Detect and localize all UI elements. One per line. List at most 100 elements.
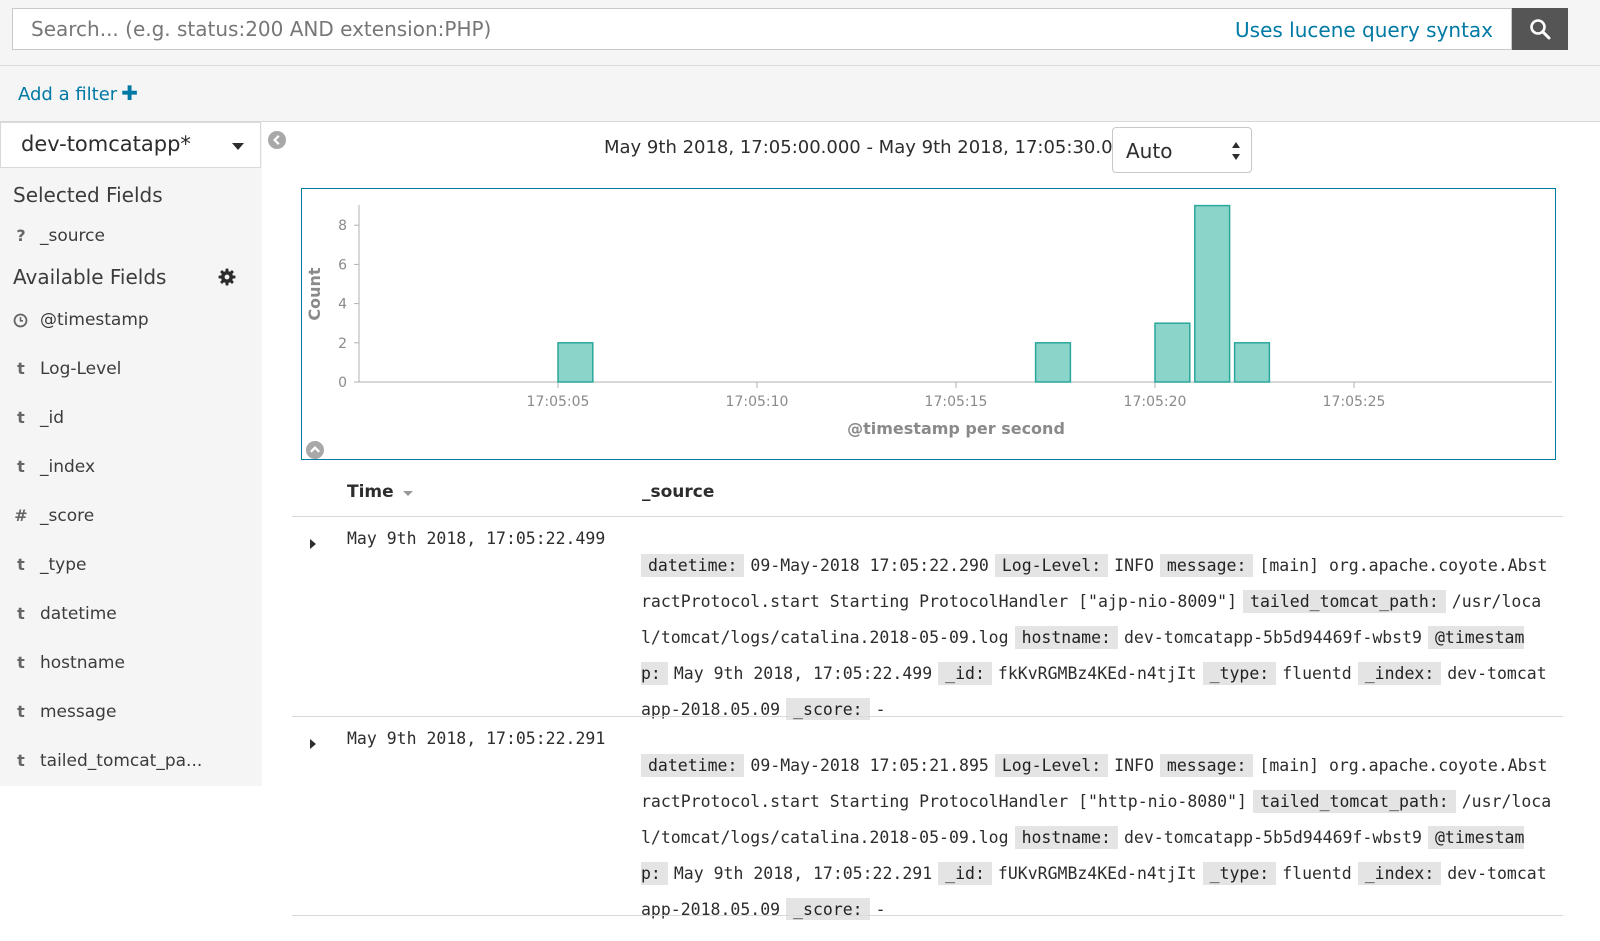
column-header-time-label: Time [347, 482, 394, 502]
source-field-key: _index: [1357, 661, 1442, 685]
field-name: tailed_tomcat_pa... [40, 751, 203, 771]
source-field-key: _score: [786, 897, 870, 920]
row-source: datetime: 09-May-2018 17:05:22.290 Log-Lev… [641, 548, 1555, 720]
index-pattern-select[interactable]: dev-tomcatapp* [0, 122, 261, 168]
field-name: _index [40, 457, 96, 477]
field-name: _id [40, 408, 65, 428]
index-pattern-name: dev-tomcatapp* [21, 132, 191, 156]
source-field-value: INFO [1114, 555, 1154, 575]
histogram-bar [1233, 342, 1271, 383]
add-filter-button[interactable]: Add a filter ✚ [18, 81, 138, 105]
search-input[interactable] [13, 9, 1223, 49]
source-field-key: _type: [1202, 861, 1277, 885]
plus-icon: ✚ [121, 81, 138, 105]
search-box: Uses lucene query syntax [12, 8, 1512, 50]
collapse-sidebar-icon[interactable] [268, 131, 286, 149]
clock-icon [13, 313, 28, 328]
x-tick-label: 17:05:25 [1323, 394, 1386, 410]
field-item-tailed-tomcat-path[interactable]: t tailed_tomcat_pa... [0, 743, 262, 783]
field-item-log-level[interactable]: t Log-Level [0, 351, 262, 391]
search-button[interactable] [1512, 8, 1568, 50]
field-name: _score [40, 506, 95, 526]
source-field-value: May 9th 2018, 17:05:22.499 [673, 663, 933, 683]
collapse-chart-icon[interactable] [306, 441, 324, 459]
source-field-key: message: [1159, 753, 1254, 777]
sort-down-icon[interactable] [402, 489, 414, 497]
interval-value: Auto [1126, 139, 1173, 163]
expand-row-icon[interactable] [310, 739, 316, 749]
source-field-key: datetime: [641, 553, 745, 577]
row-source: datetime: 09-May-2018 17:05:21.895 Log-Lev… [641, 748, 1555, 920]
gear-icon[interactable] [218, 268, 236, 286]
row-divider [292, 915, 1563, 916]
y-axis-title: Count [305, 267, 324, 321]
add-filter-label: Add a filter [18, 84, 118, 105]
string-type-icon: t [17, 751, 25, 770]
x-tick-label: 17:05:05 [527, 394, 590, 410]
x-tick-label: 17:05:10 [726, 394, 789, 410]
row-time: May 9th 2018, 17:05:22.291 [347, 729, 606, 748]
field-item-index[interactable]: t _index [0, 449, 262, 489]
table-row: May 9th 2018, 17:05:22.291 datetime: 09-M… [292, 717, 1563, 920]
source-field-value: INFO [1114, 755, 1154, 775]
source-field-value: fluentd [1282, 663, 1352, 683]
source-field-value: 09-May-2018 17:05:22.290 [750, 555, 989, 575]
field-item-hostname[interactable]: t hostname [0, 645, 262, 685]
source-field-key: _index: [1357, 861, 1442, 885]
y-tick-label: 6 [338, 257, 347, 273]
histogram-bar [1034, 342, 1072, 383]
x-axis-title: @timestamp per second [847, 419, 1065, 438]
string-type-icon: t [17, 457, 25, 476]
field-name: Log-Level [40, 359, 122, 379]
field-name: hostname [40, 653, 125, 673]
time-range-label[interactable]: May 9th 2018, 17:05:00.000 - May 9th 201… [604, 137, 1159, 158]
field-item-source[interactable]: ? _source [0, 218, 262, 258]
source-field-key: Log-Level: [994, 553, 1109, 577]
lucene-syntax-link[interactable]: Uses lucene query syntax [1235, 18, 1493, 42]
field-item-id[interactable]: t _id [0, 400, 262, 440]
string-type-icon: t [17, 408, 25, 427]
source-field-key: tailed_tomcat_path: [1243, 589, 1446, 613]
field-name: datetime [40, 604, 117, 624]
source-field-value: fUKvRGMBz4KEd-n4tjIt [997, 863, 1197, 883]
field-item-message[interactable]: t message [0, 694, 262, 734]
select-arrows-icon [1232, 142, 1240, 160]
number-type-icon: # [14, 506, 28, 525]
y-tick-label: 0 [338, 375, 347, 391]
string-type-icon: t [17, 653, 25, 672]
field-item-type[interactable]: t _type [0, 547, 262, 587]
source-field-key: hostname: [1014, 825, 1118, 849]
field-name: _source [40, 226, 105, 246]
string-type-icon: t [17, 555, 25, 574]
y-tick-label: 8 [338, 218, 347, 234]
field-item-score[interactable]: # _score [0, 498, 262, 538]
field-item-datetime[interactable]: t datetime [0, 596, 262, 636]
interval-select[interactable]: Auto [1112, 127, 1252, 173]
column-header-source: _source [642, 482, 715, 502]
field-name: _type [40, 555, 87, 575]
x-tick-label: 17:05:15 [925, 394, 988, 410]
source-field-key: tailed_tomcat_path: [1252, 789, 1456, 813]
selected-fields-title: Selected Fields [13, 183, 163, 207]
available-fields-title: Available Fields [13, 265, 167, 289]
histogram-svg: 0 2 4 6 8 17:05:05 17:05:10 17:05:15 17:05:20 17:… [305, 204, 1552, 438]
source-field-value: 09-May-2018 17:05:21.895 [750, 755, 989, 775]
expand-row-icon[interactable] [310, 539, 316, 549]
histogram-bar [1194, 204, 1231, 383]
filter-bar: Add a filter ✚ [0, 66, 1600, 122]
field-item-timestamp[interactable]: @timestamp [0, 302, 262, 342]
source-field-value: dev-tomcatapp-5b5d94469f-wbst9 [1123, 827, 1422, 847]
string-type-icon: t [17, 359, 25, 378]
string-type-icon: t [17, 702, 25, 721]
x-tick-label: 17:05:20 [1124, 394, 1187, 410]
table-row: May 9th 2018, 17:05:22.499 datetime: 09-M… [292, 517, 1563, 720]
source-field-key: _id: [938, 661, 992, 685]
unknown-type-icon: ? [16, 226, 26, 245]
source-field-key: message: [1159, 553, 1254, 577]
source-field-key: datetime: [641, 753, 745, 777]
y-tick-label: 4 [338, 297, 347, 313]
source-field-key: Log-Level: [994, 753, 1109, 777]
source-field-key: _id: [938, 861, 992, 885]
histogram-bar [557, 342, 594, 383]
column-header-time[interactable]: Time [347, 482, 414, 502]
